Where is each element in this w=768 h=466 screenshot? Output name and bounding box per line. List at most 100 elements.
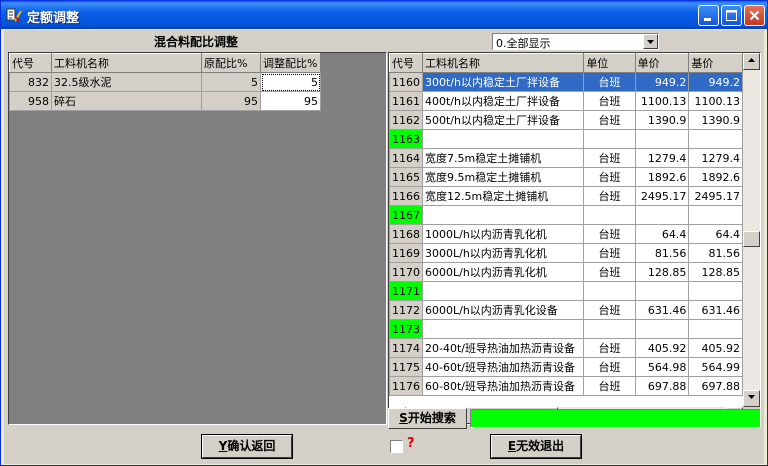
cell-unit[interactable]: 台班	[583, 376, 636, 396]
column-header-name[interactable]: 工料机名称	[51, 53, 202, 73]
filter-dropdown[interactable]: 0.全部显示	[492, 33, 659, 50]
cancel-exit-button[interactable]: E无效退出	[491, 435, 581, 458]
cell-name[interactable]: 400t/h以内稳定土厂拌设备	[421, 91, 585, 111]
column-header-code[interactable]: 代号	[9, 53, 52, 73]
table-row[interactable]: 1170 6000L/h以内沥青乳化机 台班 128.85 128.85	[389, 262, 743, 282]
cell-name[interactable]: 20-40t/班导热油加热沥青设备	[421, 338, 585, 358]
cell-name[interactable]: 500t/h以内稳定土厂拌设备	[421, 110, 585, 130]
table-row[interactable]: 1162 500t/h以内稳定土厂拌设备 台班 1390.9 1390.9	[389, 110, 743, 130]
cell-orig-ratio[interactable]: 95	[201, 91, 261, 111]
confirm-return-button[interactable]: Y确认返回	[202, 435, 292, 458]
cell-base-price[interactable]	[688, 129, 743, 149]
cell-code[interactable]: 1171	[389, 281, 423, 301]
cell-adj-ratio[interactable]: 5	[260, 72, 321, 92]
column-header-name[interactable]: 工料机名称	[421, 53, 585, 73]
cell-code[interactable]: 1165	[389, 167, 423, 187]
table-row[interactable]: 1169 3000L/h以内沥青乳化机 台班 81.56 81.56	[389, 243, 743, 263]
column-header-adj-ratio[interactable]: 调整配比%	[260, 53, 321, 73]
cell-code[interactable]: 1170	[389, 262, 423, 282]
cell-base-price[interactable]: 564.99	[688, 357, 743, 377]
cell-unit[interactable]: 台班	[583, 300, 636, 320]
cell-name[interactable]: 宽度12.5m稳定土摊铺机	[421, 186, 585, 206]
table-row[interactable]: 1167	[389, 205, 743, 225]
cell-unit-price[interactable]: 1279.4	[634, 148, 690, 168]
cell-unit-price[interactable]: 64.4	[634, 224, 690, 244]
cell-base-price[interactable]	[688, 319, 743, 339]
cell-code[interactable]: 1175	[389, 357, 423, 377]
cell-unit-price[interactable]: 81.56	[634, 243, 690, 263]
cell-unit[interactable]: 台班	[583, 91, 636, 111]
cell-code[interactable]: 832	[9, 72, 52, 92]
cell-unit-price[interactable]	[634, 205, 690, 225]
scroll-down-button[interactable]	[743, 390, 760, 407]
table-row[interactable]: 1165 宽度9.5m稳定土摊铺机 台班 1892.6 1892.6	[389, 167, 743, 187]
cell-unit-price[interactable]: 128.85	[634, 262, 690, 282]
cell-unit-price[interactable]: 949.2	[634, 72, 690, 92]
column-header-orig-ratio[interactable]: 原配比%	[201, 53, 261, 73]
cell-adj-ratio[interactable]: 95	[260, 91, 321, 111]
cell-name[interactable]: 宽度7.5m稳定土摊铺机	[421, 148, 585, 168]
cell-base-price[interactable]: 64.4	[688, 224, 743, 244]
cell-unit-price[interactable]: 564.98	[634, 357, 690, 377]
table-row[interactable]: 1163	[389, 129, 743, 149]
cell-base-price[interactable]: 1892.6	[688, 167, 743, 187]
vertical-scroll-thumb[interactable]	[743, 231, 760, 247]
table-row[interactable]: 1172 6000L/h以内沥青乳化设备 台班 631.46 631.46	[389, 300, 743, 320]
cell-unit-price[interactable]	[634, 129, 690, 149]
cell-code[interactable]: 1163	[389, 129, 423, 149]
table-row[interactable]: 1174 20-40t/班导热油加热沥青设备 台班 405.92 405.92	[389, 338, 743, 358]
column-header-code[interactable]: 代号	[389, 53, 423, 73]
table-row[interactable]: 1176 60-80t/班导热油加热沥青设备 台班 697.88 697.88	[389, 376, 743, 396]
table-row[interactable]: 1173	[389, 319, 743, 339]
filter-dropdown-button[interactable]	[643, 34, 658, 49]
cell-unit[interactable]: 台班	[583, 148, 636, 168]
cell-unit[interactable]: 台班	[583, 338, 636, 358]
cell-unit-price[interactable]: 2495.17	[634, 186, 690, 206]
cell-base-price[interactable]: 405.92	[688, 338, 743, 358]
close-button[interactable]	[744, 5, 765, 26]
table-row[interactable]: 958 碎石 95 95	[9, 91, 321, 111]
help-mark[interactable]: ?	[407, 436, 415, 451]
cell-name[interactable]: 40-60t/班导热油加热沥青设备	[421, 357, 585, 377]
table-row[interactable]: 832 32.5级水泥 5 5	[9, 72, 321, 92]
table-row[interactable]: 1168 1000L/h以内沥青乳化机 台班 64.4 64.4	[389, 224, 743, 244]
cell-code[interactable]: 1160	[389, 72, 423, 92]
cell-base-price[interactable]	[688, 281, 743, 301]
cell-code[interactable]: 1162	[389, 110, 423, 130]
cell-code[interactable]: 1168	[389, 224, 423, 244]
cell-name[interactable]: 1000L/h以内沥青乳化机	[421, 224, 585, 244]
cell-code[interactable]: 1176	[389, 376, 423, 396]
cell-unit[interactable]: 台班	[583, 167, 636, 187]
scroll-up-button[interactable]	[743, 53, 760, 70]
start-search-button[interactable]: S开始搜索	[388, 408, 467, 429]
table-row[interactable]: 1166 宽度12.5m稳定土摊铺机 台班 2495.17 2495.17	[389, 186, 743, 206]
cell-unit[interactable]: 台班	[583, 243, 636, 263]
cell-name[interactable]	[421, 205, 585, 225]
cell-unit[interactable]: 台班	[583, 224, 636, 244]
cell-unit-price[interactable]: 631.46	[634, 300, 690, 320]
cell-orig-ratio[interactable]: 5	[201, 72, 261, 92]
cell-unit-price[interactable]	[634, 281, 690, 301]
table-row[interactable]: 1160 300t/h以内稳定土厂拌设备 台班 949.2 949.2	[389, 72, 743, 92]
table-row[interactable]: 1171	[389, 281, 743, 301]
cell-name[interactable]: 6000L/h以内沥青乳化设备	[421, 300, 585, 320]
table-row[interactable]: 1164 宽度7.5m稳定土摊铺机 台班 1279.4 1279.4	[389, 148, 743, 168]
cell-name[interactable]	[421, 129, 585, 149]
cell-unit[interactable]	[583, 319, 636, 339]
cell-base-price[interactable]: 1100.13	[688, 91, 743, 111]
cell-base-price[interactable]: 949.2	[688, 72, 743, 92]
cell-base-price[interactable]: 128.85	[688, 262, 743, 282]
cell-name[interactable]	[421, 319, 585, 339]
cell-unit-price[interactable]	[634, 319, 690, 339]
cell-name[interactable]	[421, 281, 585, 301]
cell-code[interactable]: 1166	[389, 186, 423, 206]
cell-code[interactable]: 1169	[389, 243, 423, 263]
cell-base-price[interactable]: 697.88	[688, 376, 743, 396]
cell-unit-price[interactable]: 1892.6	[634, 167, 690, 187]
maximize-button[interactable]	[721, 5, 742, 26]
cell-code[interactable]: 1172	[389, 300, 423, 320]
column-header-unit[interactable]: 单位	[583, 53, 636, 73]
option-checkbox[interactable]	[390, 440, 403, 453]
cell-base-price[interactable]: 2495.17	[688, 186, 743, 206]
minimize-button[interactable]	[698, 5, 719, 26]
